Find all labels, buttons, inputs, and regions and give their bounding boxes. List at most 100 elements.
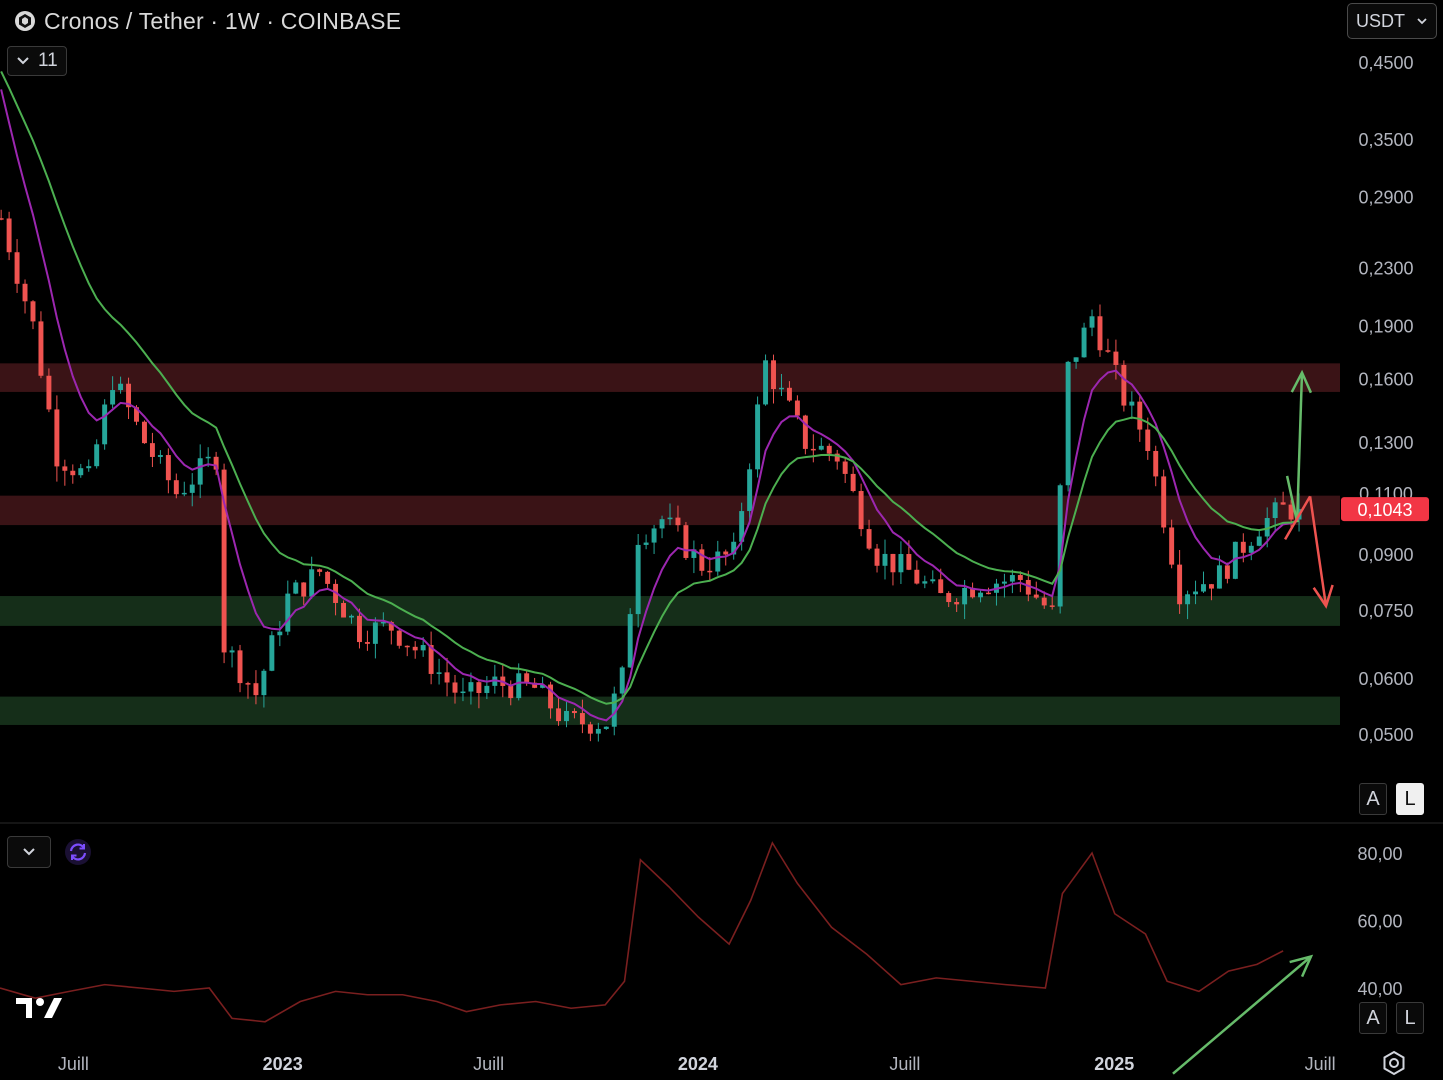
candle-body	[173, 480, 179, 495]
candle-body	[651, 528, 657, 543]
candle-body	[1001, 581, 1007, 584]
chart-title: Cronos / Tether · 1W · COINBASE	[44, 7, 402, 34]
price-tick-label: 0,3500	[1358, 130, 1413, 150]
candle-body	[699, 549, 705, 571]
candle-body	[922, 581, 928, 584]
candle-body	[94, 444, 100, 467]
chevron-down-icon	[23, 848, 35, 856]
candle-body	[986, 592, 991, 595]
candles-group	[0, 209, 1302, 742]
candle-body	[906, 554, 912, 570]
symbol-header[interactable]: Cronos / Tether · 1W · COINBASE	[14, 6, 401, 36]
candle-body	[165, 455, 171, 481]
candle-body	[715, 551, 721, 572]
candle-body	[46, 375, 52, 410]
rsi-tick-label: 80,00	[1357, 844, 1402, 864]
candle-body	[205, 456, 211, 459]
candle-body	[372, 622, 378, 644]
rsi-auto-scale-button[interactable]: A	[1359, 1002, 1387, 1034]
price-tick-label: 0,2300	[1358, 258, 1413, 278]
candle-body	[1280, 502, 1286, 505]
candle-body	[1201, 584, 1206, 592]
candle-body	[1185, 594, 1191, 605]
candle-body	[842, 461, 848, 474]
candle-body	[468, 682, 474, 692]
candle-body	[261, 670, 267, 696]
time-tick-label: Juill	[473, 1054, 504, 1074]
candle-body	[1113, 351, 1119, 365]
candle-body	[1208, 584, 1214, 589]
candle-body	[747, 469, 753, 512]
rsi-pane-toggle[interactable]	[7, 836, 51, 868]
price-tick-label: 0,4500	[1358, 53, 1413, 73]
candle-body	[978, 592, 984, 598]
candle-body	[356, 615, 362, 643]
auto-scale-button[interactable]: A	[1359, 783, 1387, 815]
candle-body	[1256, 536, 1262, 546]
settings-icon[interactable]	[1381, 1050, 1407, 1076]
candle-body	[341, 602, 346, 618]
candle-body	[627, 614, 633, 668]
candle-body	[1153, 450, 1159, 477]
candle-body	[181, 492, 187, 495]
time-tick-label: Juill	[1305, 1054, 1336, 1074]
chevron-down-icon	[1417, 18, 1427, 25]
candle-body	[325, 571, 331, 584]
candle-body	[619, 667, 625, 694]
candle-body	[763, 360, 769, 405]
cronos-coin-icon	[15, 11, 35, 31]
candle-body	[253, 683, 259, 696]
candle-body	[412, 646, 418, 651]
price-tick-label: 0,0600	[1358, 669, 1413, 689]
sync-icon[interactable]	[64, 838, 92, 866]
indicators-toggle[interactable]: 11	[7, 46, 67, 76]
candle-body	[1129, 401, 1135, 406]
candle-body	[62, 466, 68, 471]
candle-body	[317, 569, 323, 572]
candle-body	[1248, 545, 1254, 553]
candle-body	[890, 553, 896, 573]
candle-body	[850, 473, 856, 492]
candle-body	[78, 468, 84, 476]
candle-body	[786, 387, 792, 401]
candle-body	[954, 602, 960, 605]
rsi-log-scale-button[interactable]: L	[1396, 1002, 1424, 1034]
price-axis[interactable]: 0,4500 0,3500 0,2900 0,2300 0,1900 0,1600 0,13…	[1358, 53, 1413, 745]
candle-body	[452, 682, 458, 693]
candle-body	[524, 673, 530, 683]
candle-body	[86, 466, 92, 469]
candle-body	[1073, 357, 1079, 362]
price-tick-label: 0,1900	[1358, 317, 1413, 337]
candle-body	[309, 569, 315, 597]
candle-body	[1041, 597, 1047, 606]
currency-select[interactable]: USDT	[1347, 3, 1437, 39]
candle-body	[277, 631, 283, 636]
candle-body	[1137, 401, 1143, 430]
candle-body	[802, 415, 808, 449]
candle-body	[444, 672, 450, 683]
currency-label: USDT	[1356, 10, 1405, 31]
candle-body	[635, 544, 641, 615]
rsi-axis[interactable]: 80,00 60,00 40,00	[1357, 844, 1402, 999]
time-tick-label: Juill	[889, 1054, 920, 1074]
candle-body	[436, 672, 442, 674]
candle-body	[866, 529, 872, 549]
candle-body	[1065, 361, 1071, 486]
resistance-zone	[0, 363, 1340, 392]
candle-body	[1049, 605, 1055, 607]
candle-body	[1193, 591, 1199, 595]
candle-body	[946, 593, 952, 603]
price-chart-canvas[interactable]: 0,4500 0,3500 0,2900 0,2300 0,1900 0,1600 0,13…	[0, 0, 1443, 1080]
candle-body	[30, 301, 36, 322]
tradingview-logo	[16, 998, 62, 1018]
candle-body	[683, 525, 689, 558]
candle-body	[476, 682, 482, 694]
candle-body	[771, 360, 776, 390]
candle-body	[858, 491, 864, 530]
log-scale-button[interactable]: L	[1396, 783, 1424, 815]
rsi-trend-arrow-shaft	[1172, 955, 1312, 1075]
candle-body	[1169, 527, 1175, 565]
time-axis[interactable]: Juill 2023 Juill 2024 Juill 2025 Juill	[58, 1054, 1336, 1074]
candle-body	[460, 691, 466, 694]
candle-body	[1097, 316, 1103, 351]
